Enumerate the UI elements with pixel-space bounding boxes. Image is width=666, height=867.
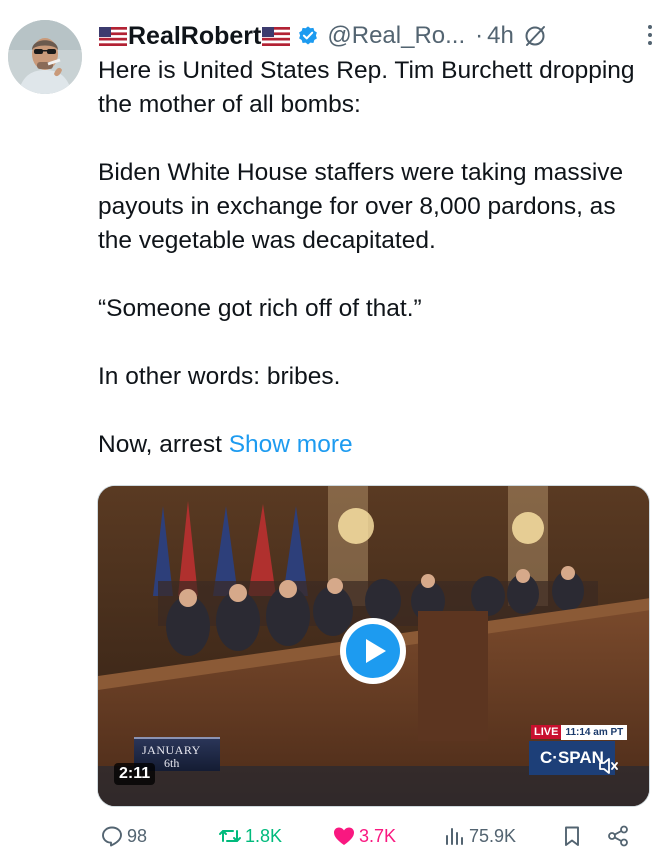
reply-count: 98 (127, 825, 148, 846)
post-paragraph-truncated: Now, arrest Show more (98, 428, 653, 462)
bookmark-button[interactable] (560, 818, 587, 854)
heart-icon (334, 827, 354, 845)
views-count: 75.9K (469, 825, 517, 846)
more-options-icon[interactable] (642, 20, 658, 50)
retweet-icon (219, 830, 241, 842)
video-player[interactable]: JANUARY 6th 2:11 LIVE 11:14 am PT C·SPAN (97, 485, 650, 807)
post-paragraph: Here is United States Rep. Tim Burchett … (98, 57, 635, 118)
views-button[interactable]: 75.9K (442, 818, 516, 854)
live-time: 11:14 am PT (561, 724, 628, 740)
speaker-muted-icon[interactable] (596, 754, 620, 778)
like-button[interactable]: 3.7K (332, 818, 396, 854)
post-paragraph: “Someone got rich off of that.” (98, 295, 422, 322)
repost-count: 1.8K (245, 825, 283, 846)
display-name[interactable]: RealRobert (128, 22, 261, 51)
like-count: 3.7K (359, 825, 397, 846)
overlay-day: 6th (164, 756, 180, 770)
us-flag-icon (262, 26, 291, 46)
reply-button[interactable]: 98 (100, 818, 147, 854)
post-paragraph: Biden White House staffers were taking m… (98, 159, 624, 254)
grok-icon[interactable] (522, 23, 548, 49)
show-more-link[interactable]: Show more (229, 431, 353, 458)
header-separator: · (475, 22, 484, 49)
live-label: LIVE (531, 725, 562, 739)
reply-icon (102, 826, 122, 847)
share-button[interactable] (606, 818, 633, 854)
post-header: RealRobert @Real_Ro... · 4h (98, 18, 658, 54)
play-icon[interactable] (338, 616, 408, 686)
views-icon (446, 828, 463, 845)
video-duration: 2:11 (114, 763, 156, 785)
us-flag-icon (99, 26, 127, 46)
post-last-line: Now, arrest (98, 431, 222, 458)
post-paragraph: In other words: bribes. (98, 363, 341, 390)
author-handle[interactable]: @Real_Ro... (327, 22, 465, 50)
repost-button[interactable]: 1.8K (218, 818, 282, 854)
bookmark-icon (565, 826, 579, 846)
post-text: Here is United States Rep. Tim Burchett … (98, 54, 653, 462)
network-label: C·SPAN (540, 748, 604, 767)
post-timestamp[interactable]: 4h (487, 22, 514, 50)
live-badge: LIVE 11:14 am PT (531, 724, 628, 740)
verified-badge-icon[interactable] (297, 25, 319, 47)
avatar-photo (8, 20, 82, 94)
action-bar: 98 1.8K 3.7K 75.9K (100, 818, 656, 854)
share-icon (608, 825, 628, 847)
avatar[interactable] (8, 20, 82, 94)
